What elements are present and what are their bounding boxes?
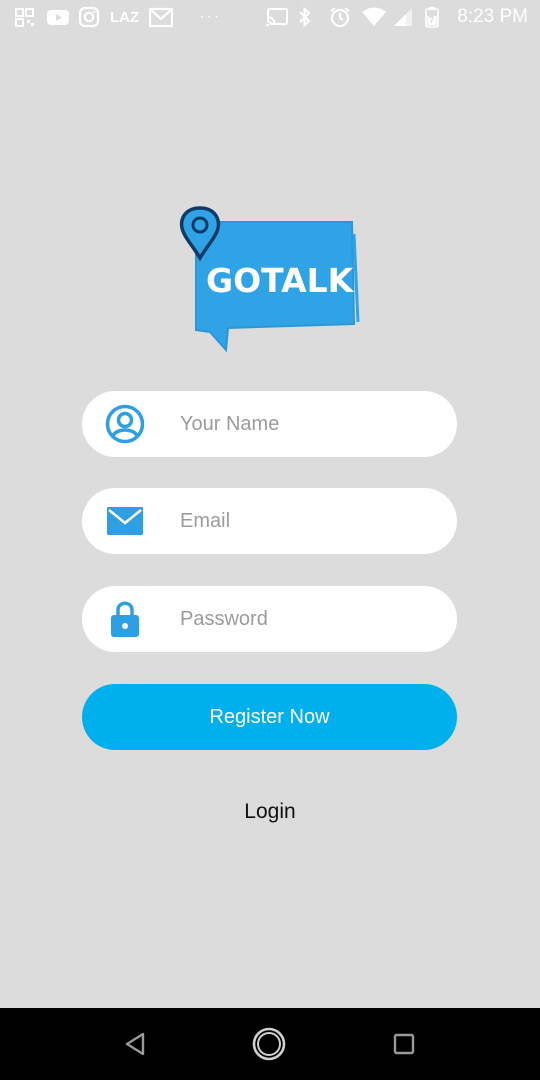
- password-input[interactable]: Password: [180, 586, 268, 652]
- overflow-indicator: ···: [199, 8, 222, 25]
- alarm-icon: [329, 6, 351, 28]
- qr-icon: [14, 6, 36, 28]
- name-field[interactable]: Your Name: [82, 391, 457, 457]
- bluetooth-icon: [297, 6, 319, 28]
- home-icon[interactable]: [251, 1026, 287, 1062]
- gotalk-logo: GOTALK: [178, 204, 362, 354]
- cast-icon: [265, 6, 289, 28]
- user-icon: [105, 404, 145, 444]
- battery-icon: [425, 6, 447, 28]
- lock-icon: [105, 599, 145, 639]
- recents-icon[interactable]: [386, 1026, 422, 1062]
- youtube-icon: [46, 6, 69, 28]
- status-bar: LAZ ··· 8:23 PM: [0, 0, 540, 36]
- register-now-button[interactable]: Register Now: [82, 684, 457, 750]
- gmail-icon: [149, 6, 174, 28]
- back-icon[interactable]: [118, 1026, 154, 1062]
- signal-icon: [393, 6, 415, 28]
- password-field[interactable]: Password: [82, 586, 457, 652]
- name-input[interactable]: Your Name: [180, 391, 279, 457]
- email-field[interactable]: Email: [82, 488, 457, 554]
- email-input[interactable]: Email: [180, 488, 230, 554]
- wifi-icon: [361, 6, 387, 28]
- navigation-bar: [0, 1008, 540, 1080]
- mail-icon: [105, 501, 145, 541]
- lazada-icon: LAZ: [110, 8, 140, 26]
- instagram-icon: [78, 6, 100, 28]
- clock: 8:23 PM: [457, 6, 528, 27]
- login-link[interactable]: Login: [0, 800, 540, 824]
- logo-text: GOTALK: [206, 261, 355, 300]
